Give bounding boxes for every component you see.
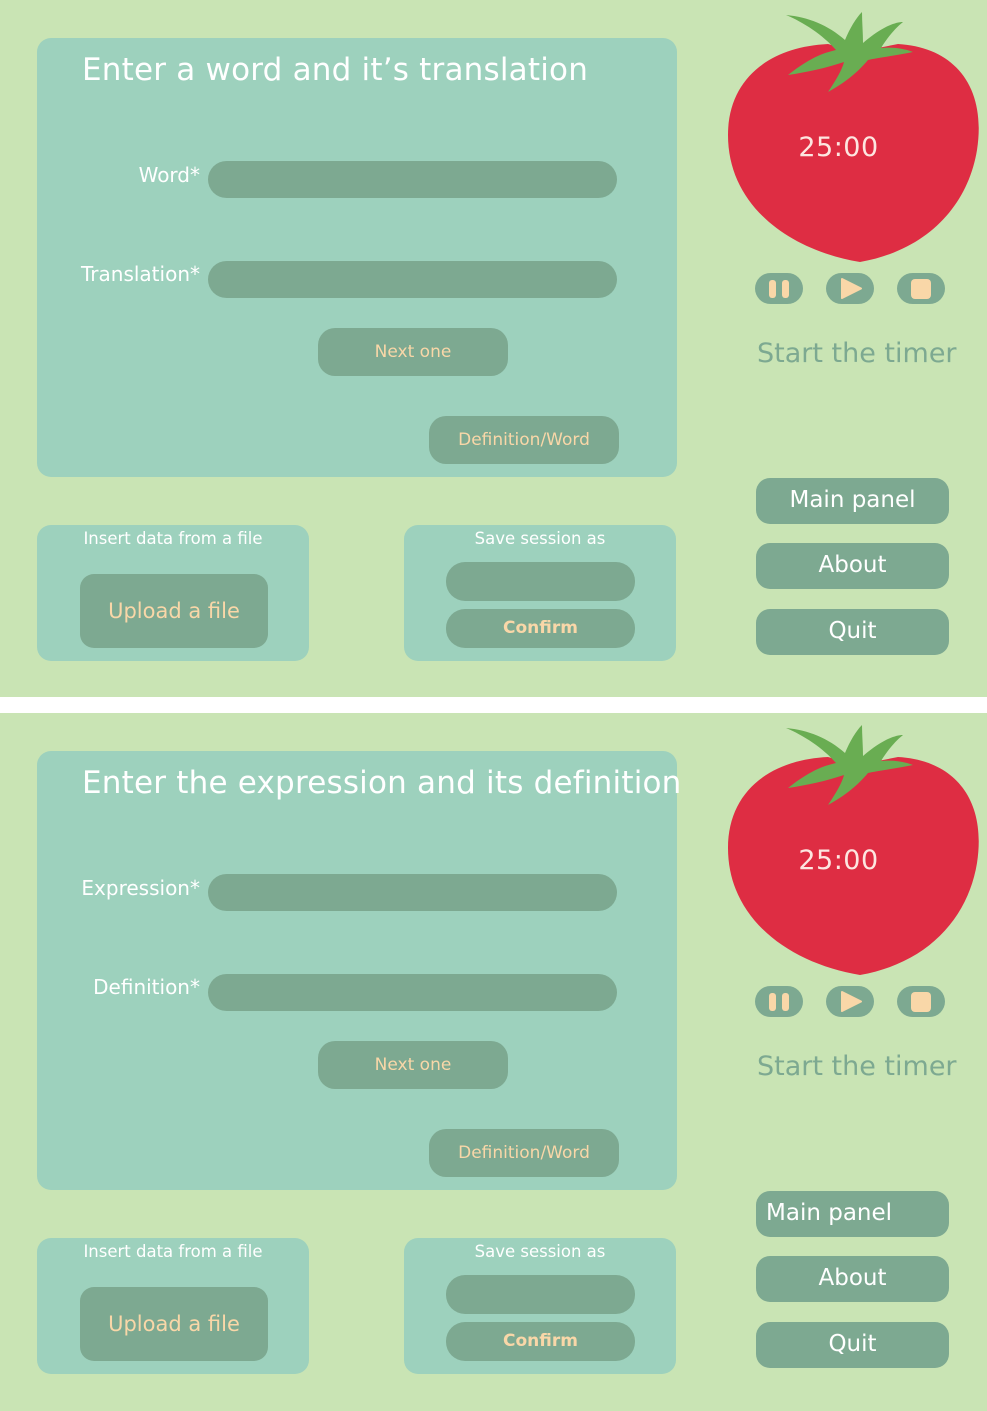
session-name-input[interactable]: [446, 1275, 635, 1314]
start-timer-label: Start the timer: [757, 338, 957, 369]
save-session-title: Save session as: [474, 1242, 606, 1261]
insert-file-title: Insert data from a file: [83, 1242, 263, 1261]
entry-panel: Enter the expression and its definition …: [37, 751, 681, 1190]
expression-definition-screen: Enter the expression and its definition …: [0, 713, 987, 1411]
play-icon: [841, 278, 862, 299]
translation-input[interactable]: [208, 261, 617, 298]
next-one-button[interactable]: Next one: [318, 1041, 508, 1089]
translation-label: Translation*: [81, 262, 200, 286]
stop-button[interactable]: [897, 986, 945, 1017]
pause-button[interactable]: [755, 986, 803, 1017]
confirm-button[interactable]: Confirm: [446, 609, 635, 648]
timer-display: 25:00: [798, 845, 879, 876]
tomato-icon: [728, 12, 979, 262]
start-timer-label: Start the timer: [757, 1051, 957, 1082]
session-name-input[interactable]: [446, 562, 635, 601]
entry-panel: Enter a word and it’s translation Word* …: [37, 38, 677, 477]
play-button[interactable]: [826, 986, 874, 1017]
confirm-button[interactable]: Confirm: [446, 1322, 635, 1361]
insert-file-panel: Insert data from a file Upload a file: [37, 1238, 309, 1374]
play-icon: [841, 991, 862, 1012]
expression-label: Expression*: [81, 876, 200, 900]
play-button[interactable]: [826, 273, 874, 304]
stop-button[interactable]: [897, 273, 945, 304]
expression-input[interactable]: [208, 874, 617, 911]
save-session-title: Save session as: [474, 529, 606, 548]
definition-word-toggle-button[interactable]: Definition/Word: [429, 1129, 619, 1177]
upload-file-button[interactable]: Upload a file: [80, 1287, 268, 1361]
save-session-panel: Save session as Confirm: [404, 525, 676, 661]
insert-file-panel: Insert data from a file Upload a file: [37, 525, 309, 661]
definition-word-toggle-button[interactable]: Definition/Word: [429, 416, 619, 464]
word-translation-screen: Enter a word and it’s translation Word* …: [0, 0, 987, 697]
save-session-panel: Save session as Confirm: [404, 1238, 676, 1374]
definition-label: Definition*: [93, 975, 200, 999]
next-one-button[interactable]: Next one: [318, 328, 508, 376]
stop-icon: [911, 992, 931, 1012]
about-button[interactable]: About: [756, 1256, 949, 1302]
main-panel-button[interactable]: Main panel: [756, 478, 949, 524]
quit-button[interactable]: Quit: [756, 609, 949, 655]
definition-input[interactable]: [208, 974, 617, 1011]
stop-icon: [911, 279, 931, 299]
pause-icon: [769, 993, 789, 1011]
page-title: Enter a word and it’s translation: [82, 52, 589, 88]
page-title: Enter the expression and its definition: [82, 765, 682, 801]
main-panel-button[interactable]: Main panel: [756, 1191, 949, 1237]
about-button[interactable]: About: [756, 543, 949, 589]
pause-icon: [769, 280, 789, 298]
quit-button[interactable]: Quit: [756, 1322, 949, 1368]
tomato-icon: [728, 725, 979, 975]
upload-file-button[interactable]: Upload a file: [80, 574, 268, 648]
word-label: Word*: [138, 163, 200, 187]
insert-file-title: Insert data from a file: [83, 529, 263, 548]
timer-display: 25:00: [798, 132, 879, 163]
pause-button[interactable]: [755, 273, 803, 304]
word-input[interactable]: [208, 161, 617, 198]
